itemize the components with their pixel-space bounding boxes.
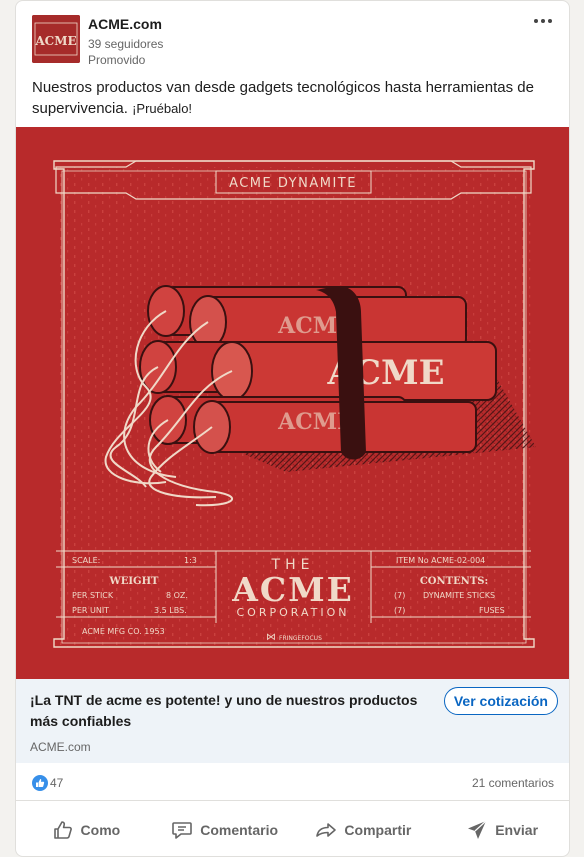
signature-icon: ⋈ <box>266 632 276 643</box>
mfg-label: ACME MFG CO. 1953 <box>82 627 165 636</box>
per-unit-value: 3.5 LBS. <box>154 606 187 615</box>
signature-text: FRINGEFOCUS <box>279 635 322 642</box>
view-quote-button[interactable]: Ver cotización <box>443 687 558 715</box>
comment-button[interactable]: Comentario <box>155 802 294 856</box>
reaction-count[interactable]: 47 <box>50 776 63 790</box>
comment-label: Comentario <box>200 822 279 838</box>
post-actions: Como Comentario Compartir Enviar <box>16 802 569 856</box>
like-button[interactable]: Como <box>16 802 155 856</box>
share-label: Compartir <box>344 822 412 838</box>
post-text: Nuestros productos van desde gadgets tec… <box>32 77 552 119</box>
send-icon <box>468 820 487 839</box>
link-title[interactable]: ¡La TNT de acme es potente! y uno de nue… <box>30 690 440 732</box>
thumbs-up-icon <box>53 821 72 839</box>
item-number: ITEM No ACME-02-004 <box>396 556 485 565</box>
contents-2-label: FUSES <box>479 606 505 615</box>
weight-title: WEIGHT <box>109 576 160 587</box>
contents-title: CONTENTS: <box>420 576 488 587</box>
post-text-main: Nuestros productos van desde gadgets tec… <box>32 79 534 117</box>
per-stick-label: PER STICK <box>72 591 114 600</box>
feed-post-card: ACME ACME.com 39 seguidores Promovido Nu… <box>15 0 570 857</box>
company-name[interactable]: ACME.com <box>88 16 162 32</box>
more-dot-icon <box>548 19 552 23</box>
follower-count: 39 seguidores <box>88 37 164 51</box>
like-reaction-icon[interactable] <box>32 775 48 791</box>
acme-dynamite-poster: ACME DYNAMITE ACME ACME ACME SCALE: 1:3 … <box>16 127 569 679</box>
poster-banner: ACME DYNAMITE <box>229 176 357 191</box>
link-preview[interactable]: ¡La TNT de acme es potente! y uno de nue… <box>16 679 569 763</box>
post-header: ACME ACME.com 39 seguidores Promovido <box>16 1 569 71</box>
link-domain: ACME.com <box>30 740 91 754</box>
per-stick-value: 8 OZ. <box>166 591 188 600</box>
comment-icon <box>172 822 193 839</box>
avatar-text: ACME <box>34 34 76 48</box>
more-dot-icon <box>541 19 545 23</box>
send-button[interactable]: Enviar <box>432 802 569 856</box>
contents-1-qty: (7) <box>394 591 405 600</box>
poster-corporation: CORPORATION <box>237 606 350 619</box>
share-button[interactable]: Compartir <box>294 802 433 856</box>
post-image[interactable]: ACME DYNAMITE ACME ACME ACME SCALE: 1:3 … <box>16 127 569 679</box>
more-options-button[interactable] <box>529 11 557 31</box>
promoted-label: Promovido <box>88 53 146 67</box>
like-label: Como <box>80 822 121 838</box>
contents-2-qty: (7) <box>394 606 405 615</box>
per-unit-label: PER UNIT <box>72 606 109 615</box>
poster-acme: ACME <box>231 570 354 609</box>
contents-1-label: DYNAMITE STICKS <box>423 591 495 600</box>
company-logo[interactable]: ACME <box>32 15 80 63</box>
share-arrow-icon <box>316 823 337 837</box>
scale-value: 1:3 <box>184 556 197 565</box>
more-dot-icon <box>534 19 538 23</box>
comments-count[interactable]: 21 comentarios <box>472 776 554 790</box>
post-text-cta: ¡Pruébalo! <box>132 101 193 116</box>
send-label: Enviar <box>495 822 539 838</box>
social-counts: 47 21 comentarios <box>16 763 569 801</box>
scale-label: SCALE: <box>72 556 100 565</box>
